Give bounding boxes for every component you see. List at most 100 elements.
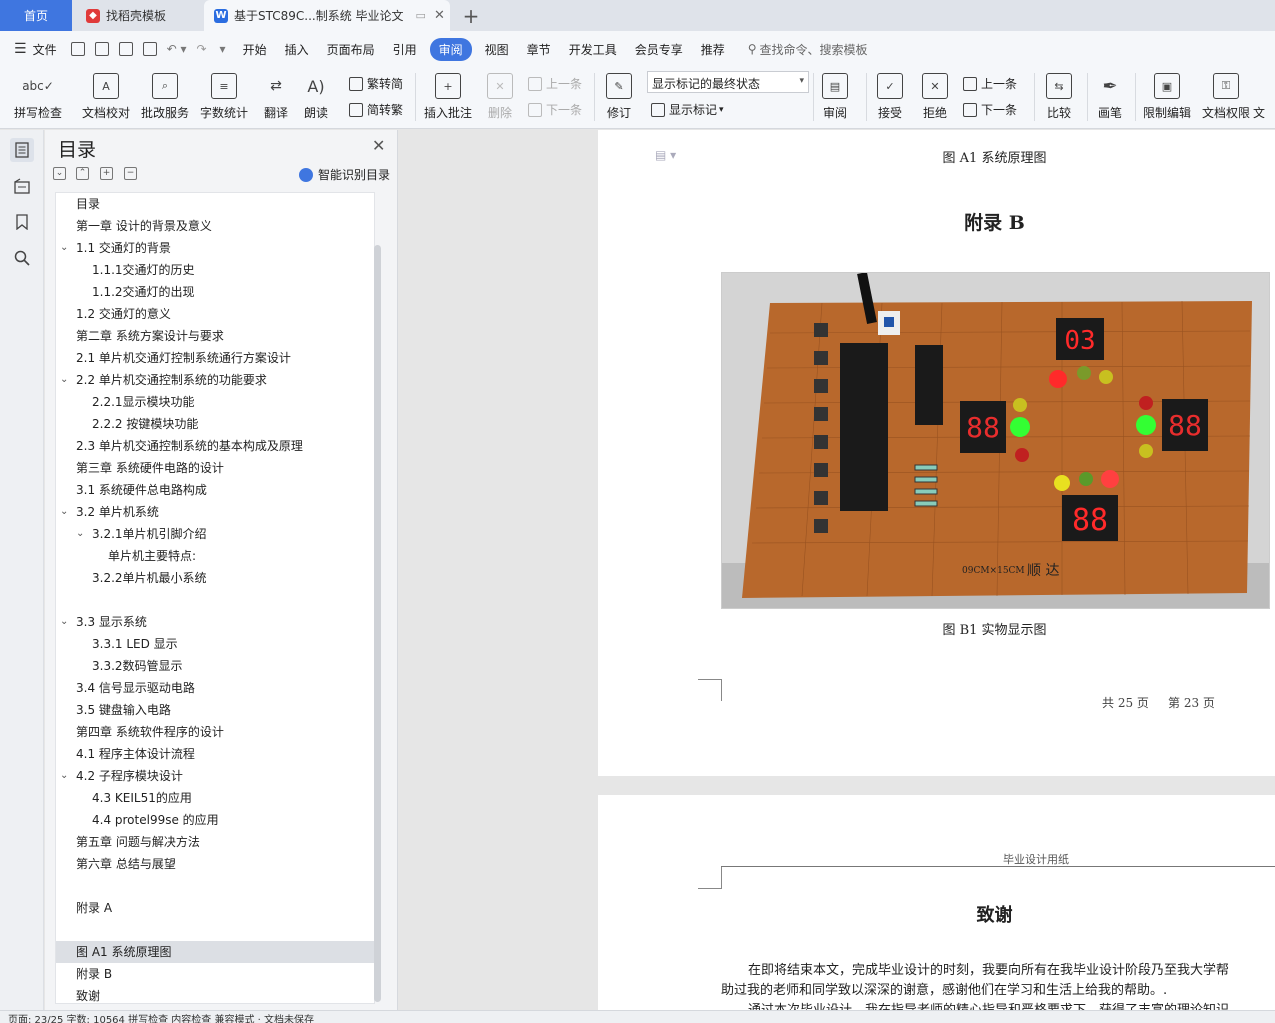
- undo-icon[interactable]: ↶ ▾: [167, 42, 187, 56]
- prev-change-button[interactable]: 上一条: [963, 75, 1017, 92]
- toc-item[interactable]: 图 A1 系统原理图: [56, 941, 374, 963]
- redo-icon[interactable]: ↷: [196, 42, 206, 56]
- tab-window-icon[interactable]: ▭: [416, 9, 426, 22]
- toc-item[interactable]: ⌄ 3.2.1单片机引脚介绍: [56, 523, 374, 545]
- add-level-icon[interactable]: +: [100, 167, 113, 180]
- tab-home[interactable]: 首页: [0, 0, 72, 31]
- next-change-button[interactable]: 下一条: [963, 101, 1017, 118]
- menu-tab-4[interactable]: 审阅: [429, 37, 472, 61]
- toc-item[interactable]: ⌄ 4.2 子程序模块设计: [56, 765, 374, 787]
- command-search[interactable]: ⚲ 查找命令、搜索模板: [748, 41, 868, 58]
- proofread-button[interactable]: A 文档校对: [76, 67, 136, 121]
- reject-button[interactable]: ✕ 拒绝: [905, 67, 965, 121]
- toc-item[interactable]: 致谢: [56, 985, 374, 1003]
- print-preview-icon[interactable]: [142, 42, 157, 56]
- ribbon-overflow-button[interactable]: 文: [1243, 67, 1275, 121]
- toc-item[interactable]: 3.2.2单片机最小系统: [56, 567, 374, 589]
- track-changes-button[interactable]: ✎ 修订: [589, 67, 649, 121]
- word-count-button[interactable]: ≡ 字数统计: [194, 67, 254, 121]
- spell-check-button[interactable]: abc✓ 拼写检查: [8, 67, 68, 121]
- remove-level-icon[interactable]: −: [124, 167, 137, 180]
- toc-item[interactable]: 3.3.1 LED 显示: [56, 633, 374, 655]
- toc-item[interactable]: 目录: [56, 193, 374, 215]
- toc-item[interactable]: 附录 A: [56, 897, 374, 919]
- toc-item[interactable]: 3.4 信号显示驱动电路: [56, 677, 374, 699]
- chevron-down-icon[interactable]: ⌄: [60, 237, 68, 259]
- toc-item[interactable]: 3.1 系统硬件总电路构成: [56, 479, 374, 501]
- toc-item[interactable]: 第四章 系统软件程序的设计: [56, 721, 374, 743]
- chevron-down-icon[interactable]: ⌄: [60, 369, 68, 391]
- show-markup-button[interactable]: 显示标记 ▾: [651, 101, 724, 118]
- toc-item[interactable]: 3.5 键盘输入电路: [56, 699, 374, 721]
- batch-service-button[interactable]: ⌕ 批改服务: [135, 67, 195, 121]
- tab-document[interactable]: W 基于STC89C...制系统 毕业论文 ▭ ✕: [204, 0, 450, 31]
- menu-tab-5[interactable]: 视图: [485, 41, 509, 58]
- menu-tab-7[interactable]: 开发工具: [569, 41, 617, 58]
- smart-toc-button[interactable]: 智能识别目录: [299, 166, 390, 183]
- toc-item[interactable]: ⌄ 3.2 单片机系统: [56, 501, 374, 523]
- chevron-down-icon[interactable]: ⌄: [60, 611, 68, 633]
- insert-comment-button[interactable]: + 插入批注: [418, 67, 478, 121]
- toc-item[interactable]: ⌄ 3.3 显示系统: [56, 611, 374, 633]
- toc-item[interactable]: 附录 B: [56, 963, 374, 985]
- toc-item[interactable]: 1.1.2交通灯的出现: [56, 281, 374, 303]
- expand-up-icon[interactable]: ⌃: [76, 167, 89, 180]
- toc-item[interactable]: 4.3 KEIL51的应用: [56, 787, 374, 809]
- close-icon[interactable]: ✕: [372, 136, 385, 155]
- menu-tab-8[interactable]: 会员专享: [635, 41, 683, 58]
- menu-tab-2[interactable]: 页面布局: [327, 41, 375, 58]
- add-tab-button[interactable]: +: [458, 0, 484, 31]
- toc-item[interactable]: 第一章 设计的背景及意义: [56, 215, 374, 237]
- print-icon[interactable]: [118, 42, 133, 56]
- hamburger-icon[interactable]: ☰: [14, 41, 27, 57]
- restrict-edit-button[interactable]: ▣ 限制编辑: [1137, 67, 1197, 121]
- pen-button[interactable]: ✒ 画笔: [1080, 67, 1140, 121]
- toc-item[interactable]: 2.3 单片机交通控制系统的基本构成及原理: [56, 435, 374, 457]
- toc-item[interactable]: 第五章 问题与解决方法: [56, 831, 374, 853]
- toc-item[interactable]: 1.2 交通灯的意义: [56, 303, 374, 325]
- toc-item[interactable]: 1.1.1交通灯的历史: [56, 259, 374, 281]
- trad-to-simp-button[interactable]: 繁转简: [349, 75, 403, 92]
- menu-tab-0[interactable]: 开始: [243, 41, 267, 58]
- menu-tab-6[interactable]: 章节: [527, 41, 551, 58]
- toc-item[interactable]: 3.3.2数码管显示: [56, 655, 374, 677]
- save-icon[interactable]: [70, 42, 85, 56]
- toc-item[interactable]: ⌄ 1.1 交通灯的背景: [56, 237, 374, 259]
- menu-tab-1[interactable]: 插入: [285, 41, 309, 58]
- review-pane-button[interactable]: ▤ 审阅: [805, 67, 865, 121]
- close-icon[interactable]: ✕: [434, 8, 445, 23]
- chevron-down-icon[interactable]: ⌄: [76, 523, 84, 545]
- toc-item[interactable]: 4.1 程序主体设计流程: [56, 743, 374, 765]
- quick-access-dropdown-icon[interactable]: ▾: [220, 42, 226, 56]
- toc-item[interactable]: 2.2.1显示模块功能: [56, 391, 374, 413]
- chapter-nav-button[interactable]: [10, 174, 34, 198]
- menu-file[interactable]: 文件: [33, 41, 57, 58]
- markup-state-select[interactable]: 显示标记的最终状态 ▾: [647, 71, 809, 93]
- toc-item[interactable]: 第三章 系统硬件电路的设计: [56, 457, 374, 479]
- toc-item[interactable]: 2.2.2 按键模块功能: [56, 413, 374, 435]
- prev-comment-button[interactable]: 上一条: [528, 75, 582, 92]
- toc-panel-button[interactable]: [10, 138, 34, 162]
- toc-item[interactable]: 第六章 总结与展望: [56, 853, 374, 875]
- toc-scrollbar[interactable]: [374, 245, 381, 1002]
- board-brand-label: 顺 达: [1027, 563, 1059, 579]
- export-icon[interactable]: [94, 42, 109, 56]
- find-button[interactable]: [10, 246, 34, 270]
- collapse-all-icon[interactable]: ⌄: [53, 167, 66, 180]
- page-footer-current: 第 23 页: [1168, 696, 1215, 710]
- toc-item[interactable]: ⌄ 2.2 单片机交通控制系统的功能要求: [56, 369, 374, 391]
- chevron-down-icon[interactable]: ⌄: [60, 765, 68, 787]
- chevron-down-icon[interactable]: ⌄: [60, 501, 68, 523]
- menu-tab-3[interactable]: 引用: [393, 41, 417, 58]
- toc-item[interactable]: 2.1 单片机交通灯控制系统通行方案设计: [56, 347, 374, 369]
- read-aloud-button[interactable]: A) 朗读: [286, 67, 346, 121]
- next-comment-button[interactable]: 下一条: [528, 101, 582, 118]
- toc-item[interactable]: 单片机主要特点:: [56, 545, 374, 567]
- simp-to-trad-button[interactable]: 简转繁: [349, 101, 403, 118]
- menu-tab-9[interactable]: 推荐: [701, 41, 725, 58]
- delete-comment-button[interactable]: ✕ 删除: [470, 67, 530, 121]
- toc-item[interactable]: 4.4 protel99se 的应用: [56, 809, 374, 831]
- bookmark-button[interactable]: [10, 210, 34, 234]
- tab-template[interactable]: ◆ 找稻壳模板: [74, 0, 202, 31]
- toc-item[interactable]: 第二章 系统方案设计与要求: [56, 325, 374, 347]
